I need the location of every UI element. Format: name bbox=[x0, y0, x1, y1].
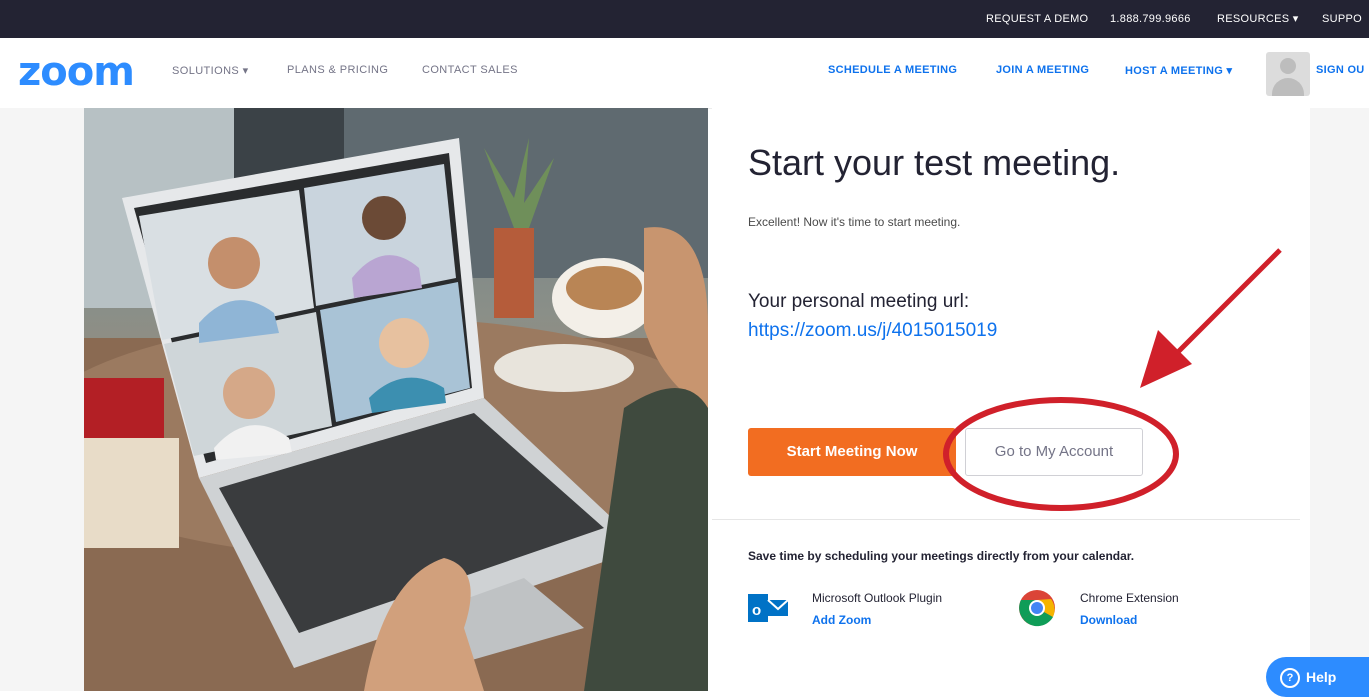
nav-join-meeting[interactable]: JOIN A MEETING bbox=[996, 64, 1089, 76]
nav-solutions[interactable]: SOLUTIONS ▾ bbox=[172, 64, 249, 77]
chrome-download-link[interactable]: Download bbox=[1080, 613, 1137, 627]
page-title: Start your test meeting. bbox=[748, 142, 1121, 183]
nav-plans-pricing[interactable]: PLANS & PRICING bbox=[287, 64, 388, 76]
section-divider bbox=[712, 519, 1300, 520]
page-margin-left bbox=[0, 108, 84, 691]
svg-text:o: o bbox=[752, 602, 761, 619]
help-button[interactable]: ? Help bbox=[1266, 657, 1369, 697]
nav-host-label: HOST A MEETING bbox=[1125, 65, 1224, 77]
help-label: Help bbox=[1306, 669, 1337, 685]
outlook-add-link[interactable]: Add Zoom bbox=[812, 613, 871, 627]
calendar-promo-text: Save time by scheduling your meetings di… bbox=[748, 549, 1135, 563]
chrome-icon[interactable] bbox=[1018, 589, 1056, 627]
resources-menu[interactable]: RESOURCES ▾ bbox=[1217, 0, 1299, 38]
chrome-extension-name: Chrome Extension bbox=[1080, 591, 1179, 605]
hero-image bbox=[84, 108, 708, 691]
chevron-down-icon: ▾ bbox=[242, 65, 249, 77]
nav-host-meeting[interactable]: HOST A MEETING ▾ bbox=[1125, 64, 1232, 77]
test-meeting-panel bbox=[712, 108, 1310, 691]
utility-bar: REQUEST A DEMO 1.888.799.9666 RESOURCES … bbox=[0, 0, 1369, 38]
nav-sign-out[interactable]: SIGN OU bbox=[1316, 64, 1365, 76]
meeting-url-link[interactable]: https://zoom.us/j/4015015019 bbox=[748, 320, 997, 342]
nav-solutions-label: SOLUTIONS bbox=[172, 65, 240, 77]
main-nav: zoom SOLUTIONS ▾ PLANS & PRICING CONTACT… bbox=[0, 38, 1369, 109]
outlook-icon[interactable]: o bbox=[748, 590, 788, 626]
resources-label: RESOURCES bbox=[1217, 13, 1290, 25]
my-account-button[interactable]: Go to My Account bbox=[965, 428, 1143, 476]
chevron-down-icon: ▾ bbox=[1292, 13, 1299, 25]
phone-number[interactable]: 1.888.799.9666 bbox=[1110, 0, 1191, 38]
request-demo-link[interactable]: REQUEST A DEMO bbox=[986, 0, 1088, 38]
laptop-meeting-illustration bbox=[84, 108, 708, 691]
page-subtitle: Excellent! Now it's time to start meetin… bbox=[748, 215, 961, 229]
page-margin-right bbox=[1310, 108, 1369, 691]
avatar-head bbox=[1280, 58, 1296, 74]
nav-schedule-meeting[interactable]: SCHEDULE A MEETING bbox=[828, 64, 957, 76]
zoom-logo[interactable]: zoom bbox=[18, 50, 135, 94]
user-avatar[interactable] bbox=[1266, 52, 1310, 96]
nav-contact-sales[interactable]: CONTACT SALES bbox=[422, 64, 518, 76]
question-circle-icon: ? bbox=[1280, 668, 1300, 689]
chevron-down-icon: ▾ bbox=[1226, 65, 1233, 77]
support-link[interactable]: SUPPO bbox=[1322, 0, 1362, 38]
start-meeting-button[interactable]: Start Meeting Now bbox=[748, 428, 956, 476]
avatar-body bbox=[1272, 78, 1304, 96]
outlook-plugin-name: Microsoft Outlook Plugin bbox=[812, 591, 943, 605]
meeting-url-label: Your personal meeting url: bbox=[748, 291, 970, 312]
